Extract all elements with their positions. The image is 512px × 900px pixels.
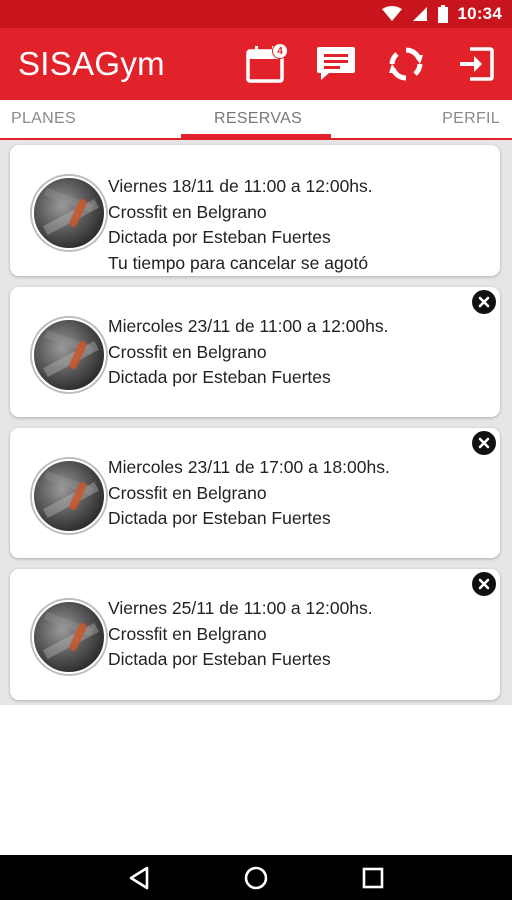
messages-button[interactable] <box>314 42 358 86</box>
calendar-button[interactable]: 4 <box>244 42 288 86</box>
reservation-schedule: Viernes 18/11 de 11:00 a 12:00hs. <box>108 176 373 196</box>
reservation-card[interactable]: Miercoles 23/11 de 17:00 a 18:00hs. Cros… <box>10 428 500 558</box>
recents-button[interactable] <box>358 863 388 893</box>
reservation-class: Crossfit en Belgrano <box>108 482 267 503</box>
tab-planes[interactable]: PLANES <box>11 110 76 128</box>
back-icon <box>129 866 148 889</box>
app-actions: 4 <box>244 28 498 100</box>
reservation-schedule: Miercoles 23/11 de 17:00 a 18:00hs. <box>108 457 390 477</box>
refresh-icon <box>389 47 423 81</box>
refresh-button[interactable] <box>384 42 428 86</box>
reservation-schedule: Miercoles 23/11 de 11:00 a 12:00hs. <box>108 316 389 336</box>
reservation-card[interactable]: Viernes 18/11 de 11:00 a 12:00hs. Crossf… <box>10 145 500 276</box>
status-clock: 10:34 <box>457 4 502 23</box>
reservation-card[interactable]: Miercoles 23/11 de 11:00 a 12:00hs. Cros… <box>10 287 500 417</box>
empty-area <box>0 705 512 855</box>
reservation-details: Viernes 25/11 de 11:00 a 12:00hs. Crossf… <box>108 596 373 673</box>
reservation-card[interactable]: Viernes 25/11 de 11:00 a 12:00hs. Crossf… <box>10 569 500 700</box>
app-title: SISAGym <box>18 45 165 82</box>
reservation-instructor: Dictada por Esteban Fuertes <box>108 227 331 247</box>
class-avatar <box>32 318 106 392</box>
class-avatar <box>32 176 106 250</box>
back-button[interactable] <box>124 863 154 893</box>
reservation-schedule: Viernes 25/11 de 11:00 a 12:00hs. <box>108 598 373 618</box>
reservations-list: Viernes 18/11 de 11:00 a 12:00hs. Crossf… <box>0 140 512 705</box>
home-icon <box>244 866 268 889</box>
exit-button[interactable] <box>454 42 498 86</box>
reservation-details: Miercoles 23/11 de 11:00 a 12:00hs. Cros… <box>108 314 389 391</box>
close-icon <box>478 437 490 449</box>
reservation-class: Crossfit en Belgrano <box>108 201 267 222</box>
cancel-reservation-button[interactable] <box>472 290 496 314</box>
app-bar: SISAGym 4 <box>0 28 512 100</box>
class-avatar <box>32 459 106 533</box>
battery-icon <box>437 5 448 23</box>
navigation-bar <box>0 855 512 900</box>
reservation-instructor: Dictada por Esteban Fuertes <box>108 367 331 387</box>
tab-bar: PLANES RESERVAS PERFIL <box>0 100 512 140</box>
class-avatar <box>32 600 106 674</box>
reservation-instructor: Dictada por Esteban Fuertes <box>108 649 331 669</box>
wifi-icon <box>381 6 402 21</box>
calendar-badge: 4 <box>272 43 288 59</box>
signal-icon <box>412 7 427 21</box>
reservation-class: Crossfit en Belgrano <box>108 623 267 644</box>
status-bar: 10:34 <box>0 0 512 28</box>
cancel-reservation-button[interactable] <box>472 572 496 596</box>
tab-perfil[interactable]: PERFIL <box>442 110 500 128</box>
reservation-class: Crossfit en Belgrano <box>108 341 267 362</box>
reservation-cancel-notice: Tu tiempo para cancelar se agotó <box>108 252 369 273</box>
home-button[interactable] <box>241 863 271 893</box>
cancel-reservation-button[interactable] <box>472 431 496 455</box>
exit-icon <box>460 47 494 81</box>
tab-reservas[interactable]: RESERVAS <box>214 110 302 128</box>
reservation-details: Viernes 18/11 de 11:00 a 12:00hs. Crossf… <box>108 174 373 276</box>
message-icon <box>317 47 355 80</box>
recents-icon <box>363 867 384 888</box>
close-icon <box>478 578 490 590</box>
reservation-details: Miercoles 23/11 de 17:00 a 18:00hs. Cros… <box>108 455 390 532</box>
close-icon <box>478 296 490 308</box>
tab-selected-indicator <box>181 134 331 138</box>
reservation-instructor: Dictada por Esteban Fuertes <box>108 508 331 528</box>
